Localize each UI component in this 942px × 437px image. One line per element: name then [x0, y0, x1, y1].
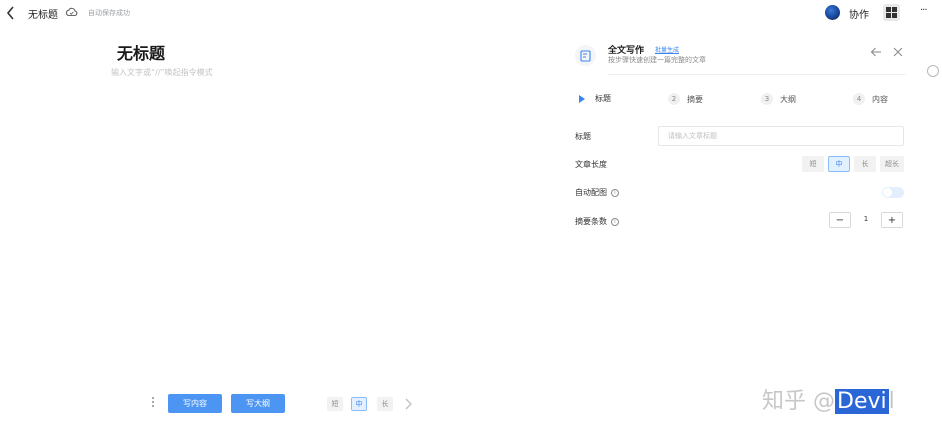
length-option-extra-long[interactable]: 超长 — [880, 156, 904, 172]
summary-count-label: 摘要条数 — [575, 217, 607, 226]
drag-handle-icon[interactable] — [151, 397, 155, 409]
length-medium-button[interactable]: 中 — [351, 397, 367, 411]
watermark: 知乎 @Devil — [762, 383, 895, 415]
step-content[interactable]: 4 内容 — [853, 93, 888, 105]
info-icon[interactable]: i — [611, 217, 619, 226]
length-option-short[interactable]: 短 — [802, 156, 824, 172]
side-circle-icon[interactable] — [927, 65, 939, 77]
length-label: 文章长度 — [575, 160, 607, 169]
step-outline[interactable]: 3 大纲 — [761, 93, 796, 105]
decrement-button[interactable]: − — [829, 212, 851, 228]
panel-subtitle: 按步骤快速创建一篇完整的文章 — [608, 56, 706, 64]
grid-icon[interactable] — [883, 4, 900, 21]
title-input[interactable] — [658, 126, 904, 146]
chevron-right-icon[interactable] — [403, 398, 413, 410]
title-label: 标题 — [575, 132, 591, 141]
page-title[interactable]: 无标题 — [117, 40, 165, 64]
auto-image-row: 自动配图 i — [575, 187, 619, 198]
step-number: 3 — [761, 93, 773, 105]
step-label: 内容 — [872, 94, 888, 104]
panel-divider — [608, 74, 906, 75]
info-icon[interactable]: i — [611, 188, 619, 197]
watermark-suffix: l — [888, 389, 895, 414]
editor-placeholder[interactable]: 输入文字或“//”唤起指令模式 — [111, 67, 213, 78]
step-title[interactable]: 标题 — [575, 93, 611, 104]
summary-count-value: 1 — [863, 215, 869, 223]
increment-button[interactable]: + — [881, 212, 903, 228]
step-label: 大纲 — [780, 94, 796, 104]
save-status: 自动保存成功 — [88, 9, 130, 17]
play-icon — [579, 94, 585, 103]
watermark-prefix: 知乎 @ — [762, 389, 835, 414]
length-option-medium[interactable]: 中 — [828, 156, 850, 172]
step-summary[interactable]: 2 摘要 — [668, 93, 703, 105]
cloud-icon — [65, 7, 78, 17]
step-number: 4 — [853, 93, 865, 105]
batch-generate-link[interactable]: 批量生成 — [655, 45, 679, 54]
auto-image-toggle[interactable] — [882, 187, 904, 198]
collab-button[interactable]: 协作 — [849, 6, 869, 21]
arrow-left-icon[interactable] — [870, 46, 882, 58]
auto-image-label: 自动配图 — [575, 188, 607, 197]
watermark-highlight: Devi — [835, 389, 889, 414]
doc-name[interactable]: 无标题 — [28, 6, 58, 21]
length-short-button[interactable]: 短 — [327, 397, 343, 411]
step-number: 2 — [668, 93, 680, 105]
step-label: 摘要 — [687, 94, 703, 104]
length-long-button[interactable]: 长 — [377, 397, 393, 411]
close-icon[interactable] — [893, 47, 903, 57]
top-bar: 无标题 自动保存成功 协作 ··· — [0, 0, 942, 26]
write-outline-button[interactable]: 写大纲 — [231, 394, 285, 413]
step-label: 标题 — [595, 94, 611, 103]
write-content-button[interactable]: 写内容 — [168, 394, 222, 413]
edit-icon — [575, 45, 596, 66]
summary-count-row: 摘要条数 i — [575, 216, 619, 227]
length-option-long[interactable]: 长 — [854, 156, 876, 172]
more-button[interactable]: ··· — [920, 5, 927, 16]
avatar[interactable] — [825, 5, 840, 20]
chevron-left-icon[interactable] — [4, 5, 18, 21]
